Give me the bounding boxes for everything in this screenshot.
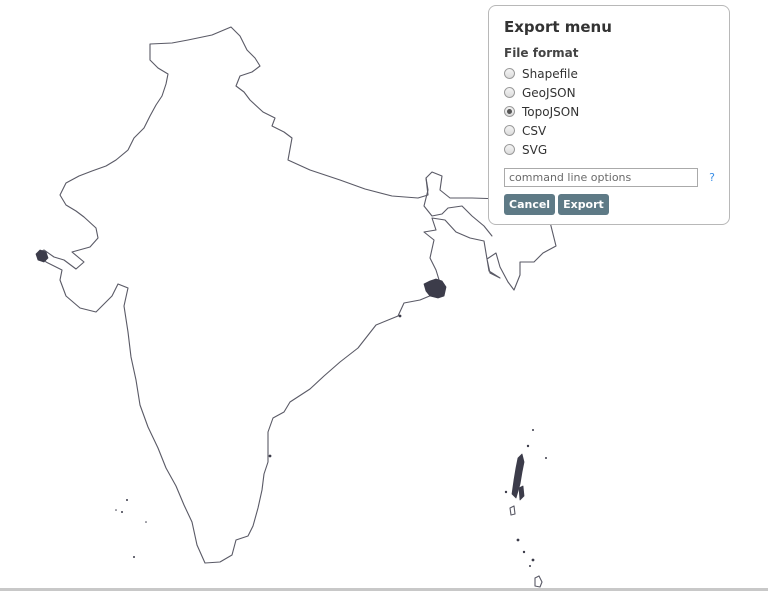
action-button-row: Cancel Export — [504, 194, 715, 215]
format-label-geojson: GeoJSON — [522, 85, 576, 100]
border-line — [423, 177, 493, 237]
island-dot-9 — [126, 499, 128, 501]
island-dot-10 — [121, 511, 123, 513]
country-outline — [39, 26, 560, 564]
command-options-row: ? — [504, 168, 715, 187]
format-option-csv[interactable]: CSV — [504, 121, 715, 140]
island-dot-5 — [516, 538, 520, 542]
island-dot-6 — [522, 550, 526, 554]
format-option-geojson[interactable]: GeoJSON — [504, 83, 715, 102]
format-label-svg: SVG — [522, 142, 548, 157]
format-option-list: Shapefile GeoJSON TopoJSON CSV SVG — [504, 64, 715, 159]
export-menu-panel: Export menu File format Shapefile GeoJSO… — [488, 5, 730, 225]
island-dot-12 — [145, 521, 147, 523]
command-line-options-input[interactable] — [504, 168, 699, 187]
island-dot-13 — [133, 556, 135, 558]
radio-csv[interactable] — [504, 125, 515, 136]
cancel-button[interactable]: Cancel — [504, 194, 556, 215]
format-label-shapefile: Shapefile — [522, 66, 578, 81]
format-option-topojson[interactable]: TopoJSON — [504, 102, 715, 121]
island-dot-8 — [529, 565, 531, 567]
island-dot-2 — [526, 444, 530, 448]
gulf-island — [35, 249, 49, 263]
radio-shapefile[interactable] — [504, 68, 515, 79]
island-chain-4 — [534, 575, 543, 588]
format-label-csv: CSV — [522, 123, 547, 138]
format-label-topojson: TopoJSON — [522, 104, 580, 119]
help-link[interactable]: ? — [709, 171, 715, 184]
export-menu-title: Export menu — [504, 18, 612, 36]
file-format-label: File format — [504, 46, 579, 60]
island-dot-14 — [398, 314, 402, 318]
radio-geojson[interactable] — [504, 87, 515, 98]
island-dot-15 — [268, 454, 272, 458]
delta-region — [423, 278, 447, 299]
format-option-svg[interactable]: SVG — [504, 140, 715, 159]
app-stage: Export menu File format Shapefile GeoJSO… — [0, 0, 768, 591]
island-chain-2 — [518, 485, 525, 501]
island-chain-3 — [509, 505, 516, 516]
island-dot-1 — [532, 429, 534, 431]
island-dot-4 — [504, 490, 508, 494]
radio-topojson[interactable] — [504, 106, 515, 117]
format-option-shapefile[interactable]: Shapefile — [504, 64, 715, 83]
export-button[interactable]: Export — [558, 194, 609, 215]
island-dot-3 — [545, 457, 547, 459]
island-dot-11 — [115, 509, 117, 511]
island-dot-7 — [531, 558, 535, 562]
radio-svg[interactable] — [504, 144, 515, 155]
